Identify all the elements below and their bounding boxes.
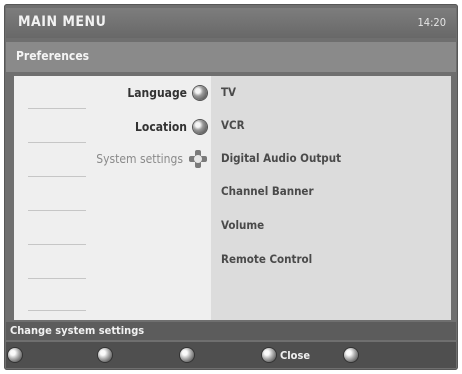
submenu-item-digital-audio-output[interactable]: Digital Audio Output <box>221 151 341 169</box>
status-text: Change system settings <box>10 324 145 337</box>
menu-item-label: Language <box>127 86 187 100</box>
divider <box>28 310 86 311</box>
menu-item-language[interactable]: Language <box>127 83 211 103</box>
submenu-panel: TV VCR Digital Audio Output Channel Bann… <box>211 76 451 320</box>
status-bar: Change system settings <box>6 322 456 340</box>
divider <box>28 210 86 211</box>
button-dot-icon <box>8 348 22 362</box>
clock: 14:20 <box>417 16 446 29</box>
divider <box>28 244 86 245</box>
submenu-item-volume[interactable]: Volume <box>221 218 264 236</box>
menu-item-label: Location <box>135 120 187 134</box>
submenu-item-remote-control[interactable]: Remote Control <box>221 252 312 270</box>
knob-icon <box>193 86 207 100</box>
button-dot-icon <box>344 348 358 362</box>
divider <box>28 142 86 143</box>
knob-icon <box>193 120 207 134</box>
color-button-2[interactable] <box>98 347 116 363</box>
menu-item-location[interactable]: Location <box>135 117 211 137</box>
title-bar: MAIN MENU 14:20 <box>6 8 456 38</box>
section-bar: Preferences <box>6 42 456 72</box>
color-button-3[interactable] <box>180 347 198 363</box>
button-dot-icon <box>262 348 276 362</box>
color-button-5[interactable] <box>344 347 362 363</box>
submenu-item-channel-banner[interactable]: Channel Banner <box>221 184 314 202</box>
section-title: Preferences <box>16 49 90 63</box>
menu-item-label: System settings <box>96 152 183 166</box>
divider <box>28 108 86 109</box>
button-dot-icon <box>180 348 194 362</box>
dpad-icon <box>189 150 207 168</box>
menu-item-system-settings[interactable]: System settings <box>96 149 211 169</box>
divider <box>28 278 86 279</box>
left-menu-panel: Language Location System settings <box>14 76 211 320</box>
close-button[interactable]: Close <box>262 347 310 363</box>
submenu-item-tv[interactable]: TV <box>221 85 236 103</box>
menu-title: MAIN MENU <box>18 14 107 30</box>
color-button-1[interactable] <box>8 347 26 363</box>
submenu-item-vcr[interactable]: VCR <box>221 118 245 136</box>
tv-menu-frame: MAIN MENU 14:20 Preferences Language Loc… <box>0 0 462 374</box>
button-dot-icon <box>98 348 112 362</box>
close-label: Close <box>280 348 311 362</box>
divider <box>28 176 86 177</box>
button-bar: Close <box>6 342 456 368</box>
